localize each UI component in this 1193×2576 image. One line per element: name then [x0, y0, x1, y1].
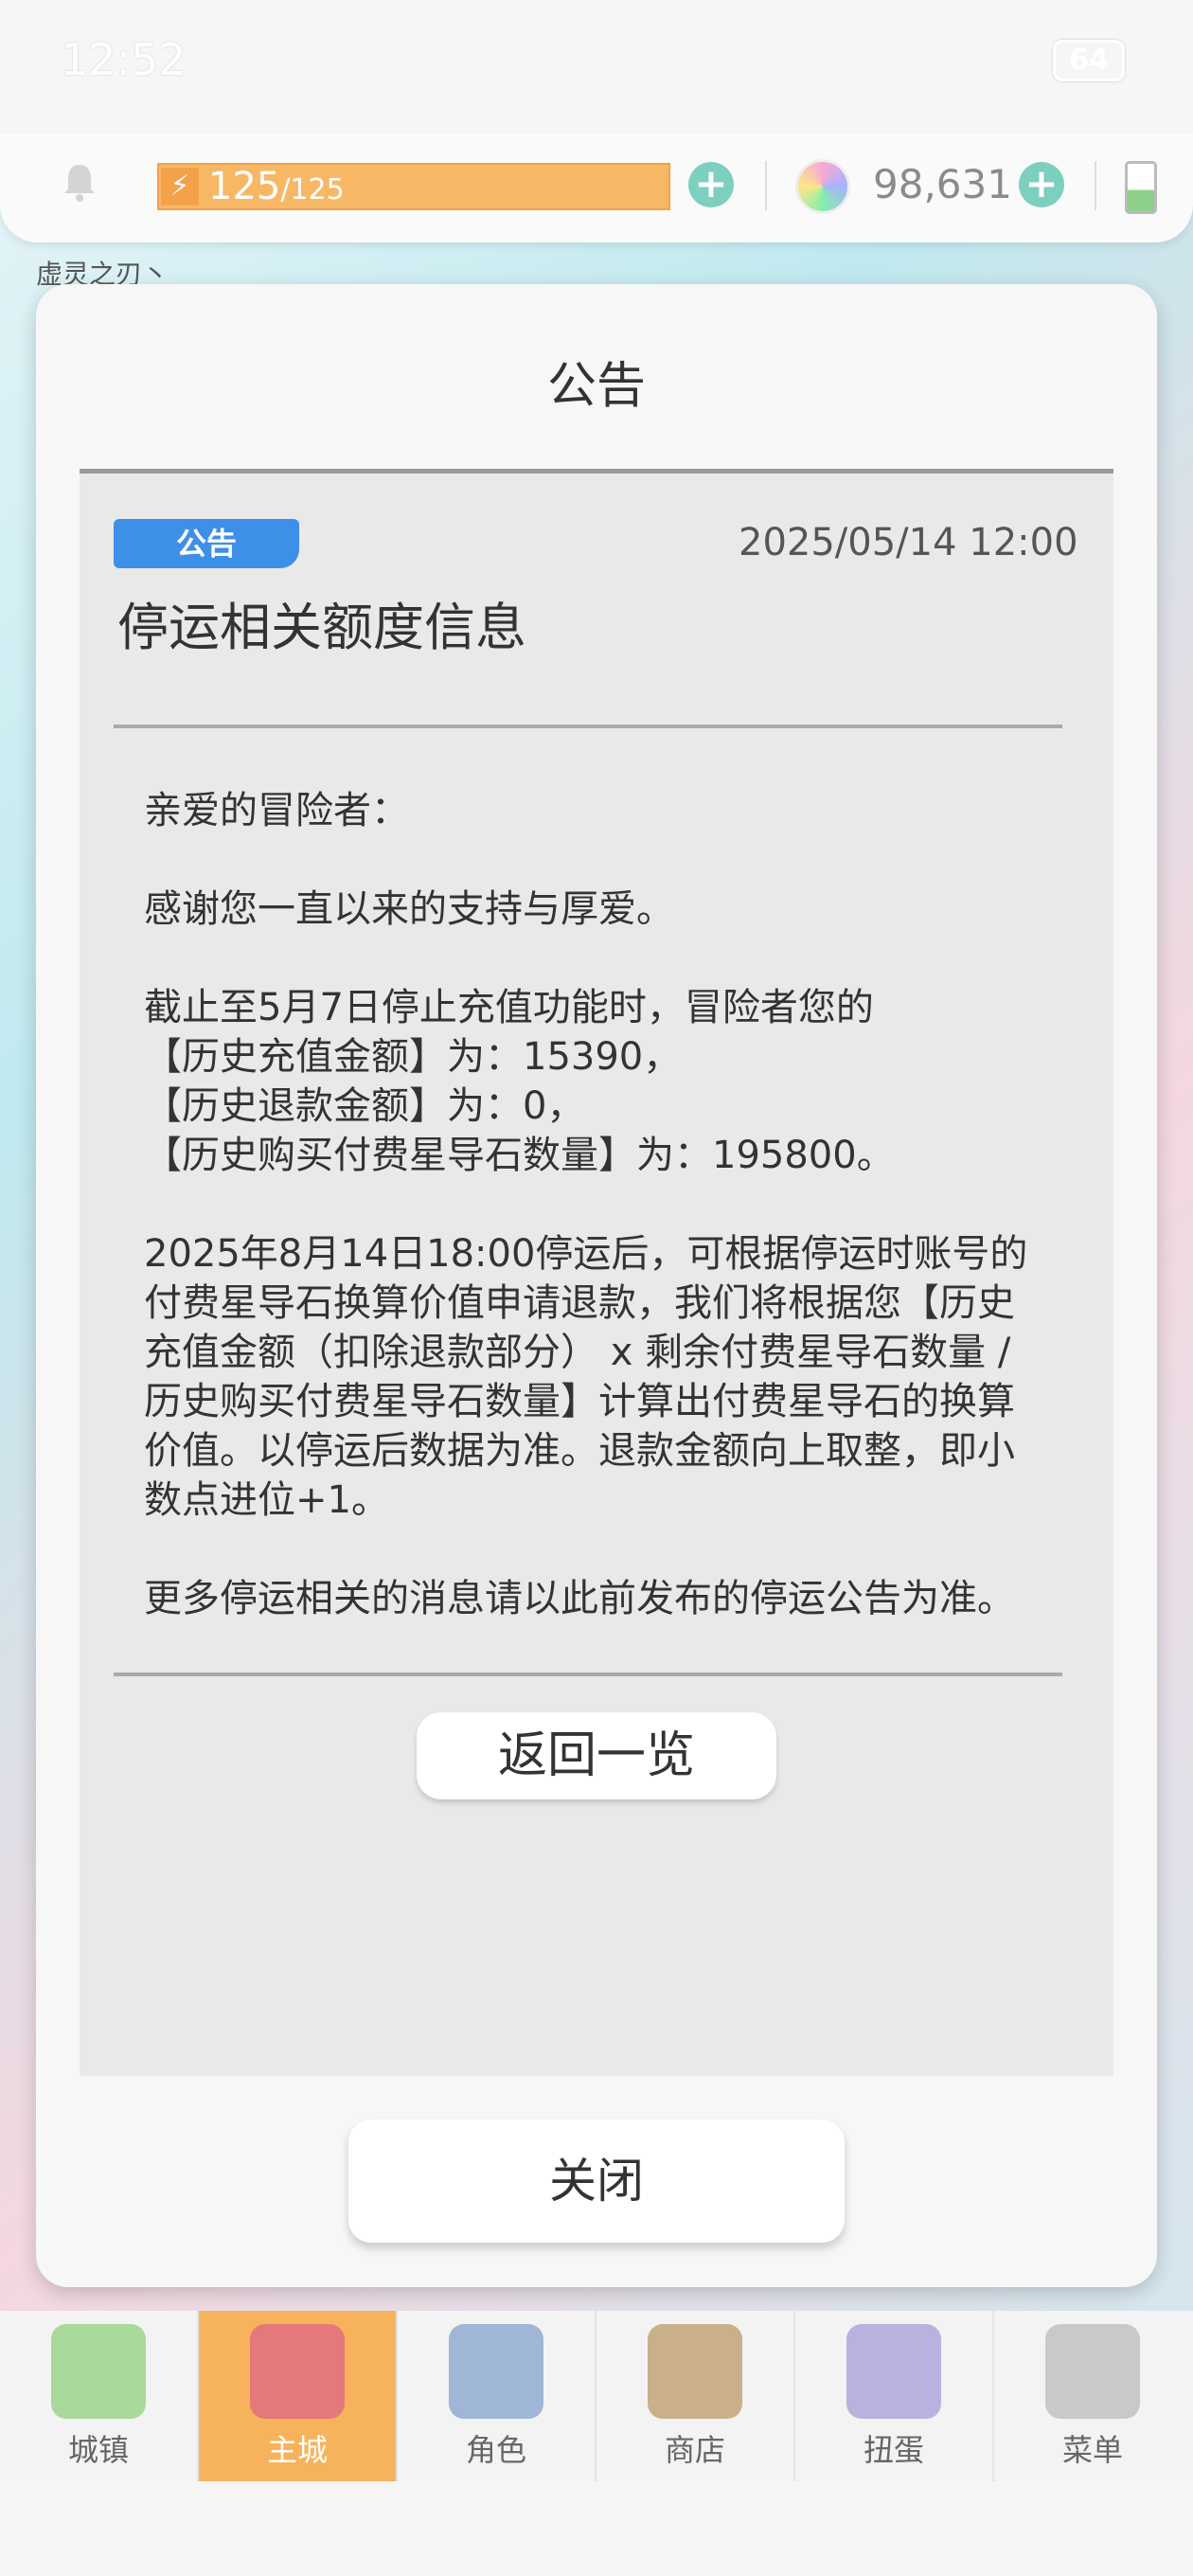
more-info-text: 更多停运相关的消息请以此前发布的停运公告为准。 [144, 1577, 1015, 1620]
announcement-tag: 公告 [114, 519, 299, 568]
nav-label: 城镇 [67, 2432, 129, 2468]
divider [114, 1673, 1062, 1676]
history-refund-text: 【历史退款金额】为：0， [144, 1084, 585, 1128]
stamina-max: /125 [280, 173, 345, 206]
divider [114, 724, 1062, 728]
announcement-date: 2025/05/14 12:00 [739, 521, 1078, 564]
gem-icon [795, 159, 850, 214]
notification-bell-icon[interactable] [57, 159, 102, 205]
status-time: 12:52 [61, 34, 187, 85]
main-city-icon [250, 2324, 345, 2419]
stamina-current: 125 [208, 165, 281, 208]
nav-label: 菜单 [1061, 2432, 1123, 2468]
divider [1095, 161, 1096, 210]
nav-item-main-city[interactable]: 主城 [199, 2311, 398, 2481]
back-to-list-button[interactable]: 返回一览 [417, 1712, 776, 1799]
nav-label: 扭蛋 [863, 2432, 924, 2468]
announcement-body: 亲爱的冒险者： 感谢您一直以来的支持与厚爱。 截止至5月7日停止充值功能时，冒险… [144, 786, 1043, 1623]
gem-count: 98,631 [873, 161, 1012, 207]
refund-policy-text: 2025年8月14日18:00停运后，可根据停运时账号的付费星导石换算价值申请退… [144, 1232, 1028, 1522]
nav-label: 主城 [266, 2432, 328, 2468]
nav-label: 商店 [664, 2432, 725, 2468]
greeting-text: 亲爱的冒险者： [144, 789, 409, 832]
stamina-value: 125/125 [208, 165, 345, 212]
nav-item-town[interactable]: 城镇 [0, 2311, 199, 2481]
history-recharge-text: 【历史充值金额】为：15390， [144, 1035, 682, 1079]
nav-item-shop[interactable]: 商店 [596, 2311, 795, 2481]
stamina-bar: ⚡ 125/125 [157, 163, 670, 210]
gacha-icon [846, 2324, 941, 2419]
nav-label: 角色 [465, 2432, 526, 2468]
town-icon [51, 2324, 146, 2419]
add-stamina-plus-icon[interactable]: + [688, 162, 734, 207]
shop-icon [648, 2324, 742, 2419]
status-bar: 12:52 64 [0, 0, 1193, 133]
modal-title: 公告 [546, 358, 646, 415]
announcement-headline: 停运相关额度信息 [117, 598, 526, 657]
system-nav-area [0, 2481, 1193, 2576]
history-purchase-text: 【历史购买付费星导石数量】为：195800。 [144, 1134, 895, 1177]
add-gems-plus-icon[interactable]: + [1019, 162, 1064, 207]
battery-icon: 64 [1053, 40, 1125, 81]
stamina-bolt-icon: ⚡ [161, 168, 199, 206]
thanks-text: 感谢您一直以来的支持与厚爱。 [144, 887, 674, 931]
nav-item-menu[interactable]: 菜单 [994, 2311, 1191, 2481]
divider [765, 161, 767, 210]
bottom-nav: 城镇 主城 角色 商店 扭蛋 菜单 [0, 2311, 1193, 2481]
nav-item-gacha[interactable]: 扭蛋 [795, 2311, 994, 2481]
device-battery-icon [1125, 161, 1157, 214]
amount-intro-text: 截止至5月7日停止充值功能时，冒险者您的 [144, 986, 874, 1029]
nav-item-character[interactable]: 角色 [398, 2311, 596, 2481]
close-button[interactable]: 关闭 [348, 2120, 845, 2243]
character-icon [449, 2324, 543, 2419]
menu-icon [1045, 2324, 1140, 2419]
